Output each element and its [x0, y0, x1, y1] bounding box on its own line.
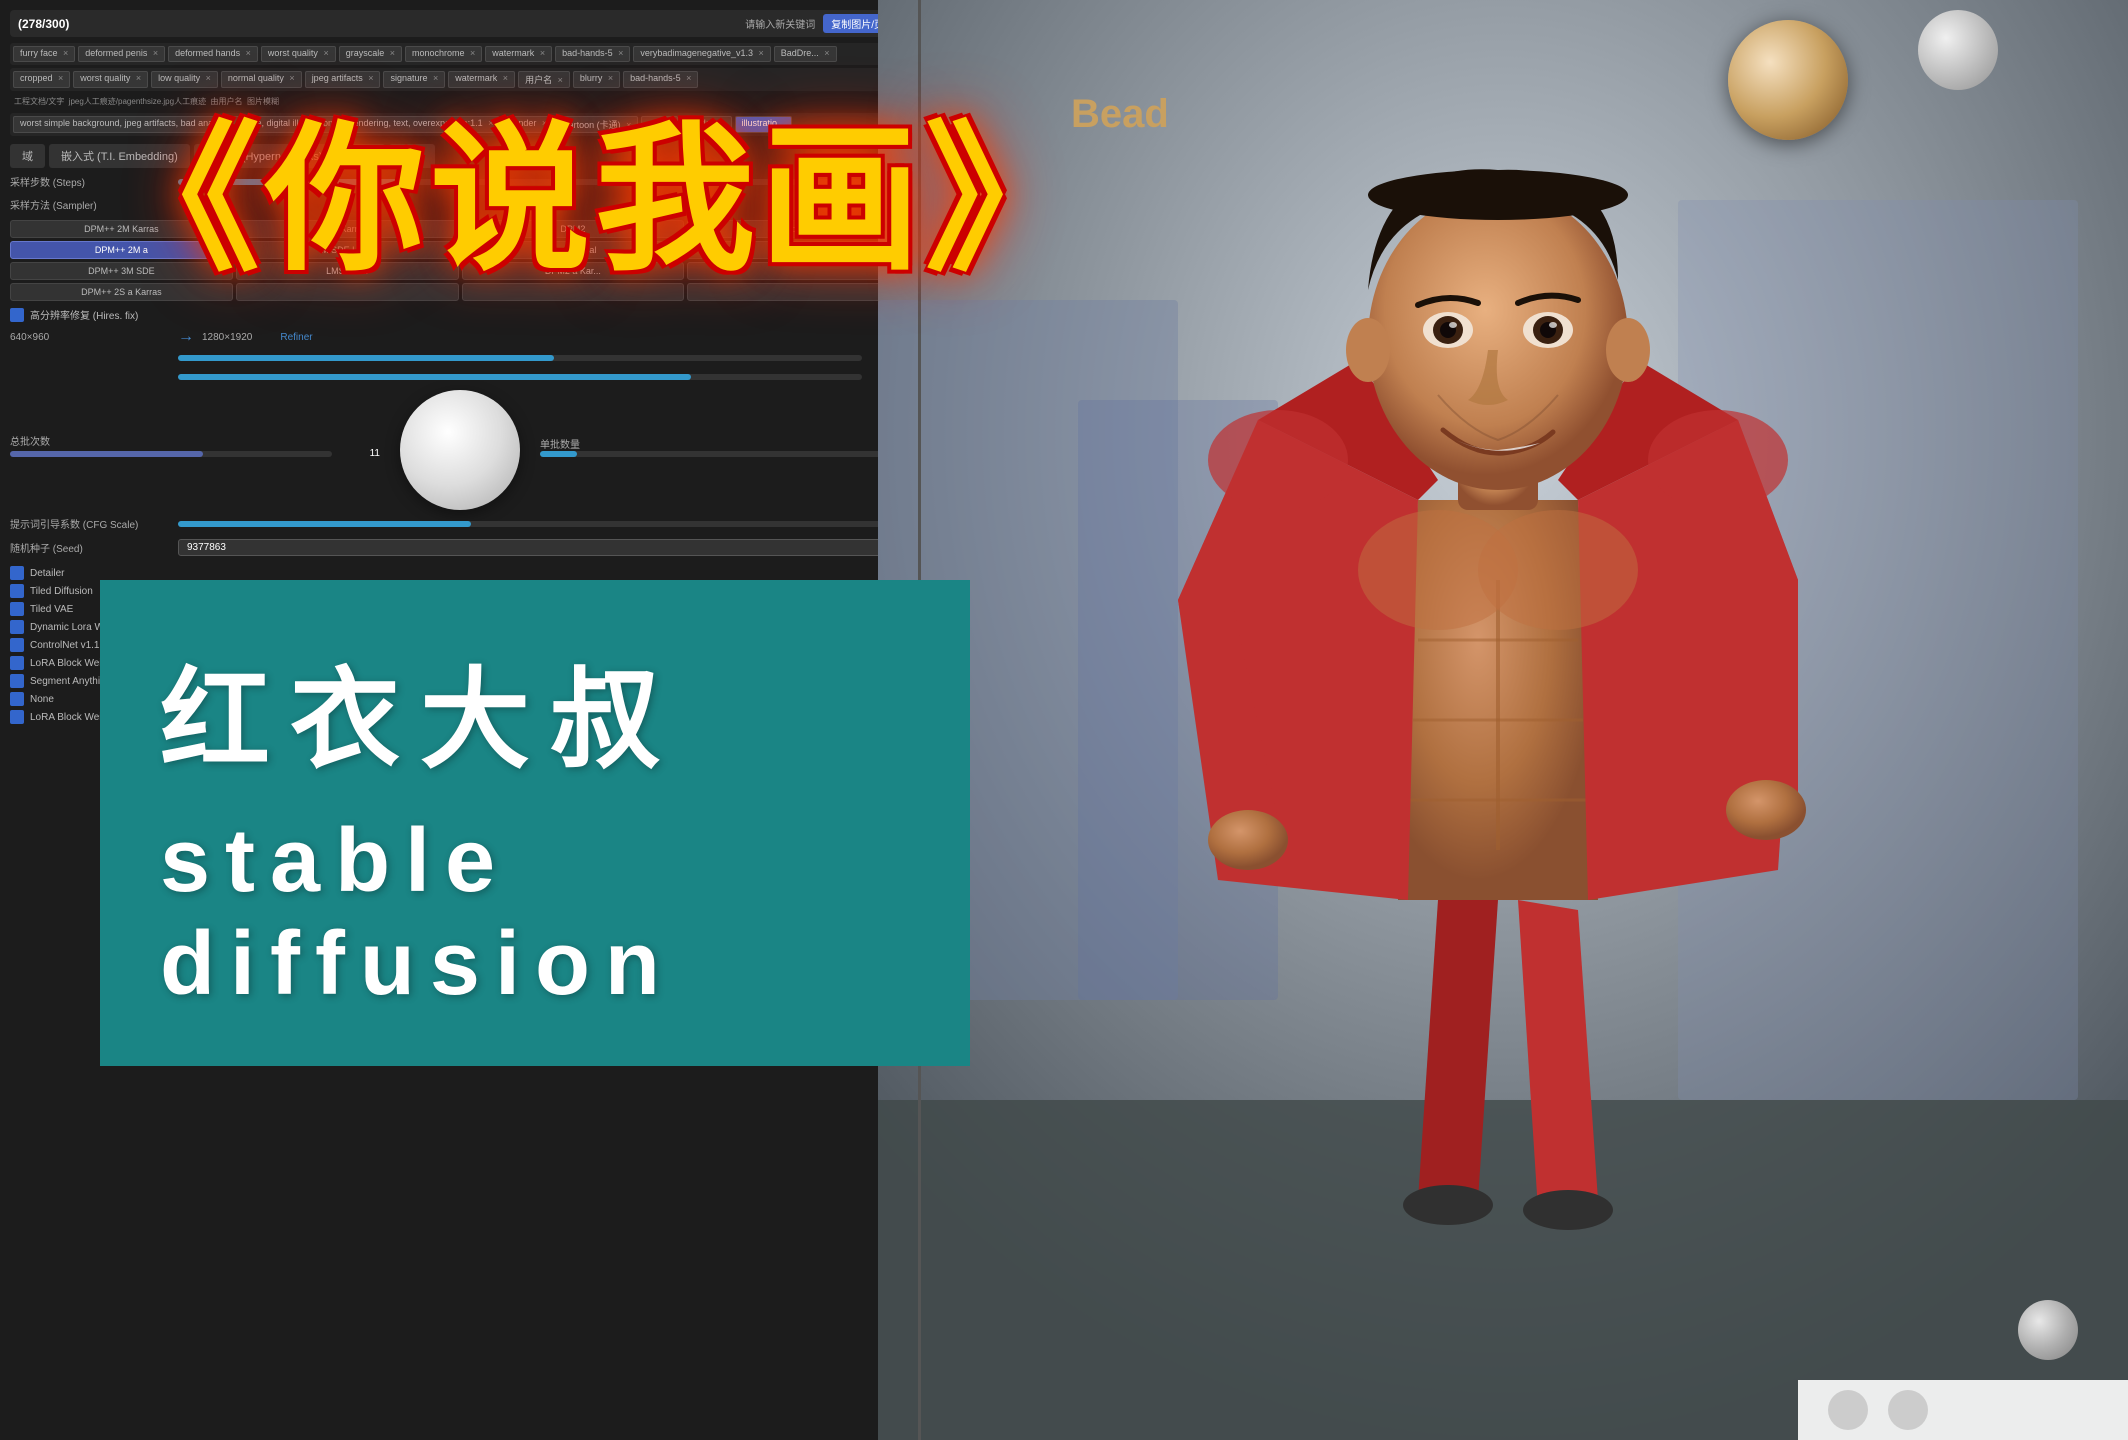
tag-worst-quality2[interactable]: worst quality ×: [73, 71, 148, 88]
height-fill: [178, 374, 691, 380]
detailer-label: Detailer: [30, 568, 64, 579]
detailer-checkbox[interactable]: [10, 566, 24, 580]
hires-label: 高分辨率修复 (Hires. fix): [30, 307, 138, 322]
lora-block-checkbox[interactable]: [10, 656, 24, 670]
segment-label: Segment Anything: [30, 676, 111, 687]
negative-tags-row2: cropped × worst quality × low quality × …: [10, 68, 910, 91]
dynamic-lora-checkbox[interactable]: [10, 620, 24, 634]
batch-container: 单批数量: [540, 436, 910, 465]
batch-row: [540, 451, 910, 457]
width-fill: [178, 355, 554, 361]
tag-normal-quality[interactable]: normal quality ×: [221, 71, 302, 88]
tag-grayscale[interactable]: grayscale ×: [339, 46, 402, 62]
cfg-label: 提示词引导系数 (CFG Scale): [10, 516, 170, 531]
tag-cropped[interactable]: cropped ×: [13, 71, 70, 88]
total-slider[interactable]: [10, 451, 332, 457]
hires-row: 高分辨率修复 (Hires. fix): [10, 307, 910, 322]
tag-verybadimagenegative[interactable]: verybadimagenegative_v1.3 ×: [633, 46, 770, 62]
bottom-circle-1: [1828, 1390, 1868, 1430]
negative-tags-row1: furry face × deformed penis × deformed h…: [10, 43, 910, 65]
sd-topbar: (278/300) 请输入新关键词 复制图片/页数: [10, 10, 910, 37]
tiled-diffusion-checkbox[interactable]: [10, 584, 24, 598]
width-slider[interactable]: [178, 355, 862, 361]
seed-row: 随机种子 (Seed) 9377863: [10, 539, 910, 556]
cfg-fill: [178, 521, 471, 527]
tag-watermark1[interactable]: watermark ×: [485, 46, 552, 62]
bottom-circle-2: [1888, 1390, 1928, 1430]
controlnet-checkbox[interactable]: [10, 638, 24, 652]
tiled-vae-checkbox[interactable]: [10, 602, 24, 616]
total-count-row: 11: [10, 448, 380, 459]
tag-watermark2[interactable]: watermark ×: [448, 71, 515, 88]
subtitle-box: 红衣大叔 stable diffusion: [100, 580, 970, 1066]
thumbnail: (278/300) 请输入新关键词 复制图片/页数 furry face × d…: [0, 0, 2128, 1440]
tab-domain[interactable]: 域: [10, 144, 45, 168]
main-title: 《你说我画》: [100, 120, 1090, 280]
width-row: 640: [10, 352, 910, 363]
tag-furry[interactable]: furry face ×: [13, 46, 75, 62]
lora-block2-checkbox[interactable]: [10, 710, 24, 724]
batch-fill: [540, 451, 577, 457]
total-fill: [10, 451, 203, 457]
counter-display: (278/300): [18, 17, 69, 31]
tag-blurry[interactable]: blurry ×: [573, 71, 620, 88]
tag-bad-hands[interactable]: bad-hands-5 ×: [555, 46, 630, 62]
hint-text: 请输入新关键词: [745, 16, 815, 31]
tag-deformed-penis[interactable]: deformed penis ×: [78, 46, 165, 62]
tag-username[interactable]: 用户名 ×: [518, 71, 570, 88]
bottom-bar: [1798, 1380, 2128, 1440]
tag-subtext: 工程文档/文字 jpeg人工痕迹/pagenthsize.jpg人工痕迹 由用户…: [10, 94, 910, 109]
none-checkbox[interactable]: [10, 692, 24, 706]
tag-jpeg[interactable]: jpeg artifacts ×: [305, 71, 381, 88]
tag-deformed-hands[interactable]: deformed hands ×: [168, 46, 258, 62]
total-count-container: 总批次数 11: [10, 433, 380, 467]
batch-slider[interactable]: [540, 451, 910, 457]
tiled-vae-label: Tiled VAE: [30, 604, 73, 615]
big-circle-decoration: [400, 390, 520, 510]
subtitle-english: stable diffusion: [160, 810, 910, 1016]
subtitle-chinese: 红衣大叔: [160, 630, 910, 790]
tag-monochrome[interactable]: monochrome ×: [405, 46, 482, 62]
title-overlay: 《你说我画》: [100, 120, 1090, 280]
height-slider[interactable]: [178, 374, 862, 380]
size-arrow-icon: →: [178, 328, 194, 346]
size-target: 1280×1920: [202, 332, 252, 343]
tag-worst-quality1[interactable]: worst quality ×: [261, 46, 336, 62]
none-label: None: [30, 694, 54, 705]
tiled-diffusion-label: Tiled Diffusion: [30, 586, 93, 597]
total-count-label: 总批次数: [10, 437, 50, 448]
top-right-circle: [1918, 10, 1998, 90]
bead-decoration: [1728, 20, 1848, 140]
segment-checkbox[interactable]: [10, 674, 24, 688]
seed-input[interactable]: 9377863: [178, 539, 910, 556]
detailer-row: Detailer: [10, 566, 910, 580]
tag-bad-hands2[interactable]: bad-hands-5 ×: [623, 71, 698, 88]
tag-baddream[interactable]: BadDre... ×: [774, 46, 837, 62]
bottom-right-circle: [2018, 1300, 2078, 1360]
tag-signature[interactable]: signature ×: [383, 71, 445, 88]
size-row: 640×960 → 1280×1920 Refiner: [10, 328, 910, 346]
seed-label: 随机种子 (Seed): [10, 540, 170, 555]
size-label: 640×960: [10, 332, 170, 343]
tag-low-quality[interactable]: low quality ×: [151, 71, 218, 88]
refiner-label: Refiner: [280, 332, 312, 343]
hires-checkbox[interactable]: [10, 308, 24, 322]
height-row: 960: [10, 371, 910, 382]
batch-section: 总批次数 11 单批数量: [10, 390, 910, 510]
cfg-slider[interactable]: [178, 521, 910, 527]
total-count-value: 11: [340, 448, 380, 459]
cfg-row: 提示词引导系数 (CFG Scale): [10, 516, 910, 531]
batch-label: 单批数量: [540, 440, 580, 451]
